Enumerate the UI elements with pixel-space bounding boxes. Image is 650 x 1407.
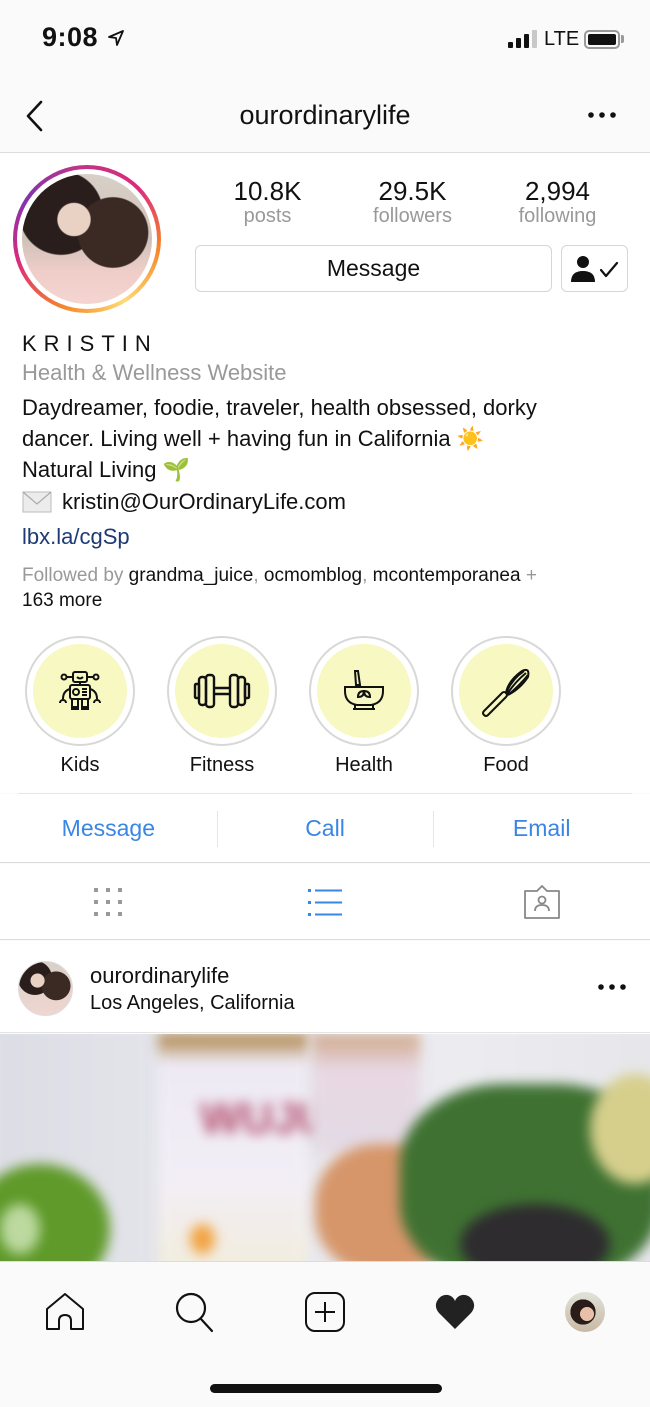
battery-tip: [621, 35, 624, 43]
home-indicator[interactable]: [210, 1384, 442, 1393]
stat-posts[interactable]: 10.8K posts: [195, 177, 340, 227]
highlight-label: Kids: [60, 754, 100, 776]
tagged-photos-icon: [523, 884, 560, 919]
email-text: kristin@OurOrdinaryLife.com: [62, 489, 346, 514]
stat-following-value: 2,994: [524, 176, 591, 206]
display-name: KRISTIN: [22, 331, 158, 356]
follower-name: grandma_juice: [128, 565, 254, 586]
stat-following[interactable]: 2,994 following: [485, 177, 630, 227]
followed-by[interactable]: Followed by grandma_juice, ocmomblog, mc…: [22, 563, 637, 613]
post-options-icon[interactable]: [596, 979, 628, 995]
envelope-icon: [22, 491, 52, 513]
tab-activity[interactable]: [430, 1288, 480, 1336]
home-icon: [46, 1293, 84, 1330]
add-post-icon: [305, 1292, 345, 1332]
stat-following-label: following: [518, 205, 597, 227]
network-label: LTE: [544, 28, 580, 50]
whisk-icon: [482, 668, 530, 717]
highlight-label: Health: [335, 754, 393, 776]
stat-followers-label: followers: [373, 205, 452, 227]
contact-call-button[interactable]: Call: [216, 794, 434, 862]
stat-followers[interactable]: 29.5K followers: [340, 177, 485, 227]
profile-category: Health & Wellness Website: [22, 360, 287, 385]
profile-avatar-story-ring[interactable]: [13, 165, 161, 313]
highlight-food[interactable]: Food: [450, 636, 562, 777]
tab-new-post[interactable]: [300, 1288, 350, 1336]
profile-section: 10.8K posts 29.5K followers 2,994 follow…: [0, 153, 650, 794]
follower-name: ocmomblog: [263, 565, 363, 586]
bio-link[interactable]: lbx.la/cgSp: [22, 524, 130, 550]
tab-home[interactable]: [40, 1288, 90, 1336]
more-options-icon[interactable]: [585, 102, 619, 128]
bio-line: dancer. Living well + having fun in Cali…: [22, 426, 485, 451]
status-bar: 9:08 LTE: [0, 0, 650, 80]
tab-search[interactable]: [170, 1288, 220, 1336]
battery-icon: [584, 30, 620, 49]
dumbbell-icon: [193, 673, 251, 709]
signal-icon: [508, 30, 537, 48]
heart-icon: [435, 1294, 475, 1329]
mortar-pestle-icon: [344, 670, 384, 710]
profile-stats: 10.8K posts 29.5K followers 2,994 follow…: [195, 177, 630, 227]
tab-list-view[interactable]: [217, 864, 434, 939]
highlight-label: Fitness: [189, 754, 255, 776]
contact-message-button[interactable]: Message: [0, 794, 217, 862]
message-button[interactable]: Message: [195, 245, 552, 292]
followed-by-more: 163 more: [22, 590, 103, 611]
bio: Daydreamer, foodie, traveler, health obs…: [22, 392, 642, 485]
tab-grid-view[interactable]: [0, 864, 217, 939]
post-image[interactable]: WUJU: [0, 1034, 650, 1261]
grid-icon: [94, 887, 123, 916]
status-time: 9:08: [42, 22, 99, 52]
bio-line: Daydreamer, foodie, traveler, health obs…: [22, 395, 537, 420]
profile-view-tabs: [0, 864, 650, 940]
highlight-fitness[interactable]: Fitness: [166, 636, 278, 777]
own-profile-avatar: [565, 1292, 605, 1332]
highlight-kids[interactable]: Kids: [24, 636, 136, 777]
list-icon: [308, 888, 342, 916]
bio-line: Natural Living 🌱: [22, 457, 191, 482]
story-highlights: Kids Fitness Health Food: [0, 636, 650, 776]
search-icon: [175, 1292, 214, 1333]
post-header: ourordinarylife Los Angeles, California: [0, 941, 650, 1033]
seedling-emoji-icon: 🌱: [162, 457, 191, 482]
stat-posts-value: 10.8K: [233, 176, 302, 206]
contact-email-button[interactable]: Email: [433, 794, 650, 862]
post-author-avatar[interactable]: [18, 961, 73, 1016]
person-check-icon: [570, 255, 618, 282]
highlight-health[interactable]: Health: [308, 636, 420, 777]
location-arrow-icon: [108, 30, 124, 46]
contact-bar: Message Call Email: [0, 794, 650, 863]
bio-email: kristin@OurOrdinaryLife.com: [22, 489, 346, 515]
profile-username-title: ourordinarylife: [239, 100, 411, 130]
sun-emoji-icon: ☀️: [456, 426, 485, 451]
tab-profile[interactable]: [560, 1288, 610, 1336]
highlight-label: Food: [483, 754, 529, 776]
following-button[interactable]: [561, 245, 628, 292]
follower-name: mcontemporanea: [372, 565, 521, 586]
post-username[interactable]: ourordinarylife: [90, 963, 229, 989]
stat-posts-label: posts: [243, 205, 292, 227]
profile-avatar: [22, 174, 152, 304]
tab-tagged-view[interactable]: [433, 864, 650, 939]
robot-icon: [59, 671, 101, 710]
navigation-bar: ourordinarylife: [0, 80, 650, 153]
stat-followers-value: 29.5K: [378, 176, 447, 206]
post-location[interactable]: Los Angeles, California: [90, 992, 295, 1015]
